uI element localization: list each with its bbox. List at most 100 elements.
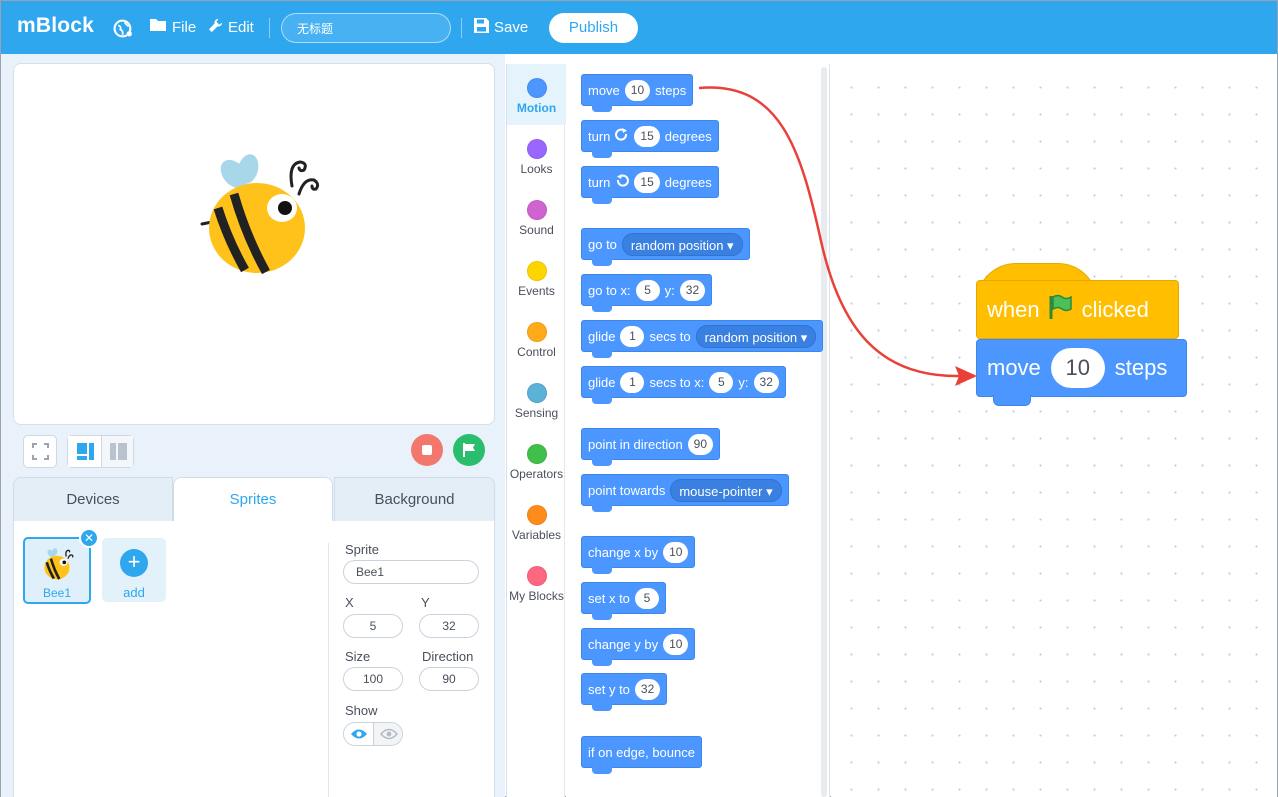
caret-down-icon: ▾ <box>727 237 734 253</box>
category-sensing[interactable]: Sensing <box>507 369 566 430</box>
show-toggle <box>343 722 403 746</box>
steps-input[interactable]: 10 <box>1050 348 1105 388</box>
category-sound[interactable]: Sound <box>507 186 566 247</box>
sprite-name-input[interactable] <box>343 560 479 584</box>
eye-icon <box>351 729 367 739</box>
bee-sprite-icon[interactable] <box>200 150 322 275</box>
value-input[interactable]: 32 <box>634 678 661 700</box>
small-stage-button[interactable] <box>102 436 133 467</box>
save-icon <box>474 18 489 37</box>
large-stage-button[interactable] <box>68 436 101 467</box>
tab-background[interactable]: Background <box>334 477 495 522</box>
add-sprite-button[interactable]: + add <box>102 538 166 602</box>
category-my-blocks[interactable]: My Blocks <box>507 552 566 613</box>
block-turn-clockwise[interactable]: turn 15 degrees <box>581 120 719 158</box>
target-dropdown[interactable]: mouse-pointer ▾ <box>670 478 782 502</box>
sprite-name-label: Sprite <box>345 542 379 557</box>
block-glide-to-xy[interactable]: glide 1 secs to x: 5 y: 32 <box>581 366 786 404</box>
script-workspace[interactable] <box>831 64 1277 797</box>
block-if-on-edge-bounce[interactable]: if on edge, bounce <box>581 736 702 774</box>
direction-input[interactable] <box>419 667 479 691</box>
tab-devices[interactable]: Devices <box>13 477 173 522</box>
value-input[interactable]: 10 <box>663 541 689 563</box>
category-variables[interactable]: Variables <box>507 491 566 552</box>
stage-layout-toggle[interactable] <box>67 435 134 468</box>
stop-button[interactable] <box>411 434 443 466</box>
publish-button[interactable]: Publish <box>549 13 638 43</box>
y-position-input[interactable] <box>419 614 479 638</box>
steps-input[interactable]: 10 <box>624 79 651 101</box>
category-label: Operators <box>509 467 564 481</box>
dropdown-value: random position <box>704 329 798 345</box>
category-motion[interactable]: Motion <box>507 64 566 125</box>
stage[interactable] <box>13 63 495 425</box>
block-go-to[interactable]: go to random position ▾ <box>581 228 750 266</box>
degrees-input[interactable]: 15 <box>634 125 660 147</box>
save-label: Save <box>494 19 529 36</box>
show-hidden-button[interactable] <box>374 723 402 745</box>
project-title-input[interactable] <box>281 13 451 43</box>
block-glide-to[interactable]: glide 1 secs to random position ▾ <box>581 320 824 358</box>
secs-input[interactable]: 1 <box>620 371 645 393</box>
block-set-y[interactable]: set y to 32 <box>581 673 668 711</box>
palette-scrollbar[interactable] <box>821 67 827 797</box>
sprite-tile-bee1[interactable]: Bee1 <box>23 537 91 604</box>
green-flag-button[interactable] <box>453 434 485 466</box>
divider <box>461 18 462 38</box>
block-text: go to x: <box>588 282 631 298</box>
block-text: point towards <box>588 482 666 498</box>
target-dropdown[interactable]: random position ▾ <box>695 324 817 348</box>
category-label: Sensing <box>514 406 559 420</box>
category-label: Variables <box>511 528 562 542</box>
block-go-to-xy[interactable]: go to x: 5 y: 32 <box>581 274 713 312</box>
save-button[interactable]: Save <box>474 18 528 37</box>
fullscreen-button[interactable] <box>23 435 57 468</box>
block-turn-counterclockwise[interactable]: turn 15 degrees <box>581 166 719 204</box>
block-when-flag-clicked[interactable]: when clicked <box>976 280 1179 339</box>
value-input[interactable]: 10 <box>663 633 689 655</box>
direction-input[interactable]: 90 <box>687 433 714 455</box>
block-text: when <box>987 296 1040 322</box>
category-control[interactable]: Control <box>507 308 566 369</box>
target-dropdown[interactable]: random position ▾ <box>621 232 743 256</box>
edit-menu[interactable]: Edit <box>208 18 254 37</box>
show-visible-button[interactable] <box>344 723 373 745</box>
degrees-input[interactable]: 15 <box>634 171 660 193</box>
wrench-icon <box>208 18 223 37</box>
value-input[interactable]: 5 <box>634 587 659 609</box>
divider <box>269 18 270 38</box>
block-text: clicked <box>1081 296 1149 322</box>
language-button[interactable] <box>113 18 134 43</box>
block-set-x[interactable]: set x to 5 <box>581 582 666 620</box>
edit-menu-label: Edit <box>228 19 254 36</box>
block-move-steps[interactable]: move 10 steps <box>581 74 694 112</box>
looks-color-dot <box>527 139 547 159</box>
block-text: move <box>588 82 620 98</box>
category-operators[interactable]: Operators <box>507 430 566 491</box>
block-change-x[interactable]: change x by 10 <box>581 536 696 574</box>
tab-sprites[interactable]: Sprites <box>173 477 333 522</box>
sound-color-dot <box>527 200 547 220</box>
delete-sprite-close-icon[interactable]: ✕ <box>79 528 99 548</box>
block-move-steps-placed[interactable]: move 10 steps <box>976 339 1187 406</box>
file-menu-label: File <box>172 18 197 36</box>
block-text: y: <box>738 374 749 390</box>
large-stage-icon <box>77 443 94 460</box>
file-menu[interactable]: File <box>150 18 196 36</box>
x-input[interactable]: 5 <box>635 279 660 301</box>
x-position-input[interactable] <box>343 614 403 638</box>
block-change-y[interactable]: change y by 10 <box>581 628 696 666</box>
y-input[interactable]: 32 <box>679 279 706 301</box>
sprite-tile-label: Bee1 <box>42 586 72 600</box>
x-input[interactable]: 5 <box>709 371 734 393</box>
variables-color-dot <box>527 505 547 525</box>
category-events[interactable]: Events <box>507 247 566 308</box>
size-input[interactable] <box>343 667 403 691</box>
category-looks[interactable]: Looks <box>507 125 566 186</box>
fullscreen-icon <box>32 443 49 460</box>
y-input[interactable]: 32 <box>753 371 779 393</box>
block-point-towards[interactable]: point towards mouse-pointer ▾ <box>581 474 789 512</box>
block-point-in-direction[interactable]: point in direction 90 <box>581 428 721 466</box>
small-stage-icon <box>110 443 127 460</box>
secs-input[interactable]: 1 <box>620 325 645 347</box>
